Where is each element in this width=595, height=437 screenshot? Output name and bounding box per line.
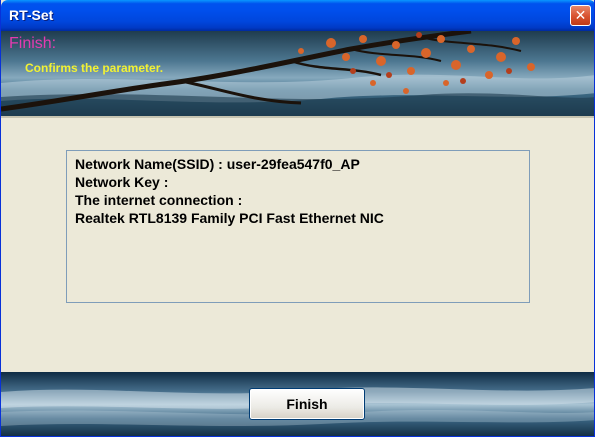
page-title: Finish: [9,35,57,52]
window-title: RT-Set [9,7,54,23]
network-key-line: Network Key : [75,174,169,190]
page-subtitle: Confirms the parameter. [25,61,164,75]
banner-divider [1,116,594,118]
internet-connection-line: The internet connection : [75,192,243,208]
adapter-line: Realtek RTL8139 Family PCI Fast Ethernet… [75,210,384,226]
title-bar[interactable]: RT-Set ✕ [1,0,594,31]
rt-set-window: RT-Set ✕ Finish: Confirms the parameter.… [0,0,595,437]
summary-panel: Network Name(SSID) : user-29fea547f0_AP … [66,150,530,303]
finish-button[interactable]: Finish [249,388,365,420]
close-icon: ✕ [574,7,587,24]
close-button[interactable]: ✕ [570,5,591,26]
header-banner: Finish: Confirms the parameter. [1,31,594,116]
ssid-line: Network Name(SSID) : user-29fea547f0_AP [75,156,360,172]
